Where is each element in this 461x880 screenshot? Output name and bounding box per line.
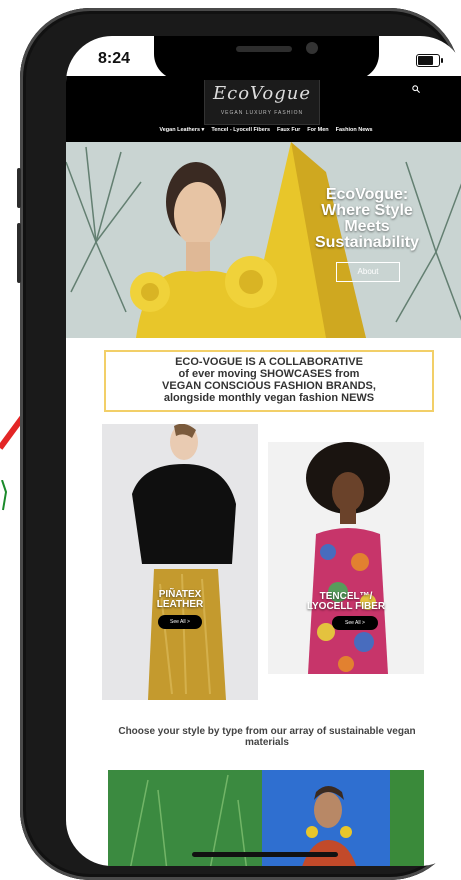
battery-icon xyxy=(416,54,443,67)
hero-title-line: Meets xyxy=(344,218,390,235)
hero-title: EcoVogue: Where Style Meets Sustainabili… xyxy=(292,187,442,251)
nav-item-vegan-leathers[interactable]: Vegan Leathers ▾ xyxy=(159,127,204,133)
logo-subtitle: VEGAN LUXURY FASHION xyxy=(220,110,304,116)
choose-style-text: Choose your style by type from our array… xyxy=(118,726,416,748)
phone-side-button xyxy=(17,168,21,208)
card-title-line: LEATHER xyxy=(156,599,204,610)
category-card-pinatex[interactable]: PIÑATEX LEATHER See All > xyxy=(102,424,258,700)
intro-callout: ECO-VOGUE IS A COLLABORATIVE of ever mov… xyxy=(104,350,434,412)
nav-item-tencel[interactable]: Tencel - Lyocell Fibers xyxy=(211,127,270,133)
home-indicator xyxy=(192,852,338,857)
annotation-green-mark xyxy=(1,480,8,511)
callout-line: alongside monthly vegan fashion NEWS xyxy=(163,392,375,404)
callout-line: of ever moving SHOWCASES from xyxy=(178,368,360,380)
see-all-button[interactable]: See All > xyxy=(332,616,378,630)
phone-screen: 8:24 EcoVogue VEGAN LUXURY FASHION Vegan… xyxy=(66,36,461,866)
site-header: EcoVogue VEGAN LUXURY FASHION Vegan Leat… xyxy=(66,76,461,142)
nav-item-fashion-news[interactable]: Fashion News xyxy=(336,127,373,133)
card-title-tencel: TENCEL™/ LYOCELL FIBER xyxy=(268,592,424,612)
notch xyxy=(154,36,379,80)
logo-text: EcoVogue xyxy=(212,83,311,104)
card-title-pinatex: PIÑATEX LEATHER xyxy=(102,590,258,610)
site-logo[interactable]: EcoVogue VEGAN LUXURY FASHION xyxy=(204,79,320,125)
status-time: 8:24 xyxy=(98,50,131,67)
card-title-line: LYOCELL FIBER xyxy=(306,601,386,612)
nav-item-for-men[interactable]: For Men xyxy=(307,127,328,133)
category-card-tencel[interactable]: TENCEL™/ LYOCELL FIBER See All > xyxy=(268,442,424,674)
phone-volume-button xyxy=(17,223,21,283)
phone-frame: 8:24 EcoVogue VEGAN LUXURY FASHION Vegan… xyxy=(17,8,461,880)
hero-banner: EcoVogue: Where Style Meets Sustainabili… xyxy=(66,142,461,338)
speaker xyxy=(236,46,292,52)
camera xyxy=(306,42,318,54)
nav-item-faux-fur[interactable]: Faux Fur xyxy=(277,127,300,133)
hero-title-line: EcoVogue: xyxy=(325,186,409,203)
main-nav: Vegan Leathers ▾ Tencel - Lyocell Fibers… xyxy=(66,127,461,133)
callout-line: ECO-VOGUE IS A COLLABORATIVE xyxy=(175,356,363,368)
about-button[interactable]: About xyxy=(336,262,400,282)
search-icon[interactable] xyxy=(412,85,420,93)
card-image xyxy=(102,424,258,700)
hero-title-line: Sustainability xyxy=(314,234,420,251)
callout-line: VEGAN CONSCIOUS FASHION BRANDS, xyxy=(162,380,376,392)
see-all-button[interactable]: See All > xyxy=(158,615,202,629)
card-image xyxy=(268,442,424,674)
hero-title-line: Where Style xyxy=(321,202,413,219)
